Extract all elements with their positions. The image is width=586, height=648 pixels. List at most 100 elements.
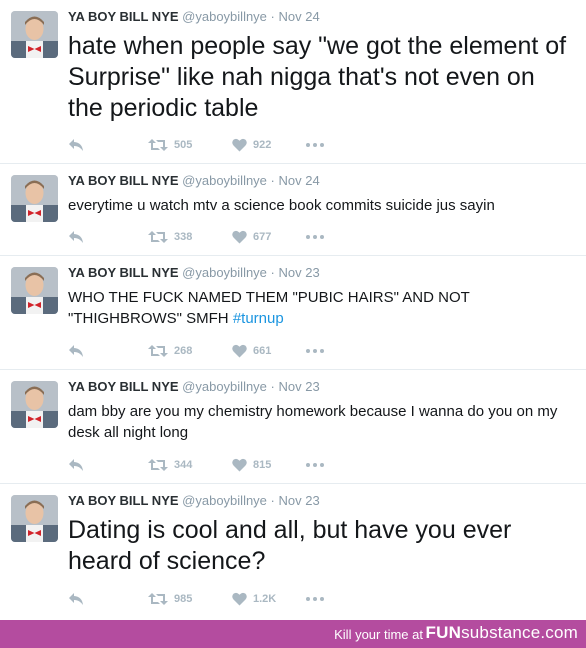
like-count: 677 (253, 231, 272, 243)
retweet-icon (148, 231, 168, 243)
heart-icon (232, 458, 247, 472)
retweet-button[interactable]: 338 (148, 227, 192, 247)
avatar[interactable] (11, 381, 58, 428)
footer-tagline: Kill your time at (334, 627, 423, 642)
more-button[interactable] (306, 135, 324, 155)
tweet[interactable]: YA BOY BILL NYE @yaboybillnye · Nov 23 D… (0, 484, 586, 620)
like-count: 815 (253, 459, 272, 471)
like-button[interactable]: 922 (232, 135, 271, 155)
tweet-actions: 338 677 (68, 227, 368, 247)
like-count: 922 (253, 139, 272, 151)
more-dots-icon (306, 349, 324, 353)
avatar[interactable] (11, 175, 58, 222)
heart-icon (232, 344, 247, 358)
retweet-count: 268 (174, 345, 193, 357)
more-button[interactable] (306, 227, 324, 247)
retweet-count: 344 (174, 459, 193, 471)
retweet-icon (148, 459, 168, 471)
reply-button[interactable] (68, 589, 84, 609)
retweet-icon (148, 593, 168, 605)
display-name[interactable]: YA BOY BILL NYE (68, 173, 179, 188)
heart-icon (232, 592, 247, 606)
retweet-button[interactable]: 505 (148, 135, 192, 155)
reply-icon (69, 231, 83, 243)
separator: · (270, 9, 275, 24)
tweet[interactable]: YA BOY BILL NYE @yaboybillnye · Nov 24 e… (0, 164, 586, 256)
tweet-text-body: everytime u watch mtv a science book com… (68, 197, 495, 214)
tweet[interactable]: YA BOY BILL NYE @yaboybillnye · Nov 24 h… (0, 0, 586, 164)
separator: · (270, 173, 275, 188)
user-handle[interactable]: @yaboybillnye (182, 493, 267, 508)
like-button[interactable]: 677 (232, 227, 271, 247)
tweet-text: WHO THE FUCK NAMED THEM "PUBIC HAIRS" AN… (68, 287, 570, 329)
tweet-text-body: dam bby are you my chemistry homework be… (68, 403, 558, 441)
like-button[interactable]: 661 (232, 341, 271, 361)
separator: · (270, 493, 275, 508)
avatar[interactable] (11, 495, 58, 542)
more-dots-icon (306, 143, 324, 147)
user-handle[interactable]: @yaboybillnye (182, 173, 267, 188)
tweet-actions: 268 661 (68, 341, 368, 361)
retweet-icon (148, 345, 168, 357)
watermark-footer: Kill your time at FUNsubstance.com (0, 620, 586, 648)
tweet-header: YA BOY BILL NYE @yaboybillnye · Nov 23 (68, 265, 320, 280)
tweet-header: YA BOY BILL NYE @yaboybillnye · Nov 23 (68, 379, 320, 394)
like-button[interactable]: 815 (232, 455, 271, 475)
tweet-text: Dating is cool and all, but have you eve… (68, 515, 570, 577)
user-handle[interactable]: @yaboybillnye (182, 265, 267, 280)
like-button[interactable]: 1.2K (232, 589, 276, 609)
like-count: 1.2K (253, 593, 277, 605)
tweet[interactable]: YA BOY BILL NYE @yaboybillnye · Nov 23 d… (0, 370, 586, 484)
heart-icon (232, 230, 247, 244)
tweet-text: dam bby are you my chemistry homework be… (68, 401, 570, 443)
brand-rest: substance.com (461, 623, 578, 642)
more-dots-icon (306, 235, 324, 239)
heart-icon (232, 138, 247, 152)
tweet-date[interactable]: Nov 23 (279, 379, 320, 394)
more-dots-icon (306, 463, 324, 467)
reply-button[interactable] (68, 455, 84, 475)
tweet-text: hate when people say "we got the element… (68, 31, 570, 124)
more-button[interactable] (306, 341, 324, 361)
display-name[interactable]: YA BOY BILL NYE (68, 9, 179, 24)
tweet-actions: 985 1.2K (68, 589, 368, 609)
retweet-count: 505 (174, 139, 193, 151)
more-button[interactable] (306, 455, 324, 475)
avatar[interactable] (11, 267, 58, 314)
display-name[interactable]: YA BOY BILL NYE (68, 379, 179, 394)
reply-button[interactable] (68, 227, 84, 247)
retweet-button[interactable]: 344 (148, 455, 192, 475)
display-name[interactable]: YA BOY BILL NYE (68, 265, 179, 280)
separator: · (270, 265, 275, 280)
hashtag-link[interactable]: #turnup (233, 310, 284, 327)
site-brand[interactable]: FUNsubstance.com (426, 623, 578, 643)
tweet-date[interactable]: Nov 23 (279, 265, 320, 280)
tweet-text-body: Dating is cool and all, but have you eve… (68, 516, 512, 575)
tweet-text: everytime u watch mtv a science book com… (68, 195, 570, 216)
tweet-text-body: hate when people say "we got the element… (68, 32, 567, 122)
avatar[interactable] (11, 11, 58, 58)
reply-icon (69, 139, 83, 151)
display-name[interactable]: YA BOY BILL NYE (68, 493, 179, 508)
user-handle[interactable]: @yaboybillnye (182, 379, 267, 394)
retweet-button[interactable]: 985 (148, 589, 192, 609)
tweet-date[interactable]: Nov 24 (279, 173, 320, 188)
more-dots-icon (306, 597, 324, 601)
separator: · (270, 379, 275, 394)
retweet-icon (148, 139, 168, 151)
tweet-actions: 344 815 (68, 455, 368, 475)
retweet-count: 338 (174, 231, 193, 243)
tweet-header: YA BOY BILL NYE @yaboybillnye · Nov 23 (68, 493, 320, 508)
tweet-header: YA BOY BILL NYE @yaboybillnye · Nov 24 (68, 9, 320, 24)
retweet-button[interactable]: 268 (148, 341, 192, 361)
reply-button[interactable] (68, 341, 84, 361)
tweet-header: YA BOY BILL NYE @yaboybillnye · Nov 24 (68, 173, 320, 188)
tweet-date[interactable]: Nov 23 (279, 493, 320, 508)
reply-icon (69, 345, 83, 357)
reply-icon (69, 459, 83, 471)
user-handle[interactable]: @yaboybillnye (182, 9, 267, 24)
tweet-date[interactable]: Nov 24 (279, 9, 320, 24)
reply-button[interactable] (68, 135, 84, 155)
tweet[interactable]: YA BOY BILL NYE @yaboybillnye · Nov 23 W… (0, 256, 586, 370)
more-button[interactable] (306, 589, 324, 609)
